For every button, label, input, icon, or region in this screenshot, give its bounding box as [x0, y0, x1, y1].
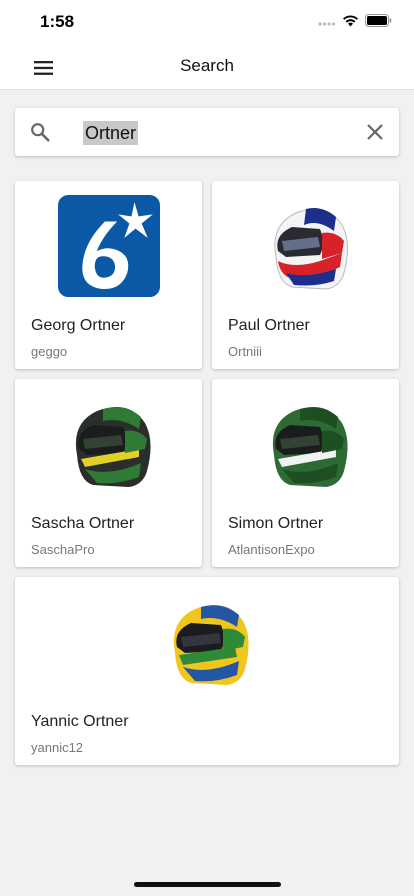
user-card-yannic[interactable]: Yannic Ortner yannic12 — [15, 577, 399, 765]
racing-helmet-icon — [173, 605, 249, 685]
user-card-sascha[interactable]: Sascha Ortner SaschaPro — [15, 379, 202, 567]
home-indicator[interactable] — [134, 882, 281, 887]
user-name: Sascha Ortner — [31, 515, 135, 532]
user-name: Simon Ortner — [228, 515, 324, 532]
user-card-simon[interactable]: Simon Ortner AtlantisonExpo — [212, 379, 399, 567]
user-handle: Ortniii — [228, 344, 262, 359]
user-handle: SaschaPro — [31, 542, 95, 557]
user-handle: AtlantisonExpo — [228, 542, 315, 557]
avatar — [15, 195, 202, 299]
user-handle: yannic12 — [31, 740, 84, 755]
status-icons — [318, 14, 392, 27]
cellular-signal-icon — [318, 21, 336, 26]
page-title: Search — [180, 56, 234, 75]
avatar — [15, 591, 399, 695]
avatar — [212, 393, 399, 497]
status-time: 1:58 — [40, 12, 75, 31]
user-name: Yannic Ortner — [31, 713, 129, 730]
wifi-icon — [343, 15, 358, 27]
clear-search-icon[interactable] — [365, 122, 385, 142]
app-bar: Search — [0, 44, 414, 90]
avatar — [212, 195, 399, 299]
racing-helmet-icon — [75, 407, 151, 487]
search-bar: Ortner — [15, 108, 399, 156]
battery-icon — [365, 14, 392, 27]
user-name: Paul Ortner — [228, 317, 310, 334]
user-name: Georg Ortner — [31, 317, 126, 334]
user-card-paul[interactable]: Paul Ortner Ortniii — [212, 181, 399, 369]
number-six-star-logo-icon — [57, 195, 160, 297]
user-handle: geggo — [31, 344, 68, 359]
status-bar: 1:58 — [0, 0, 414, 44]
search-input[interactable]: Ortner — [83, 121, 139, 145]
racing-helmet-icon — [272, 407, 348, 487]
racing-helmet-icon — [274, 208, 348, 290]
user-card-georg[interactable]: Georg Ortner geggo — [15, 181, 202, 369]
search-icon — [31, 123, 50, 142]
avatar — [15, 393, 202, 497]
